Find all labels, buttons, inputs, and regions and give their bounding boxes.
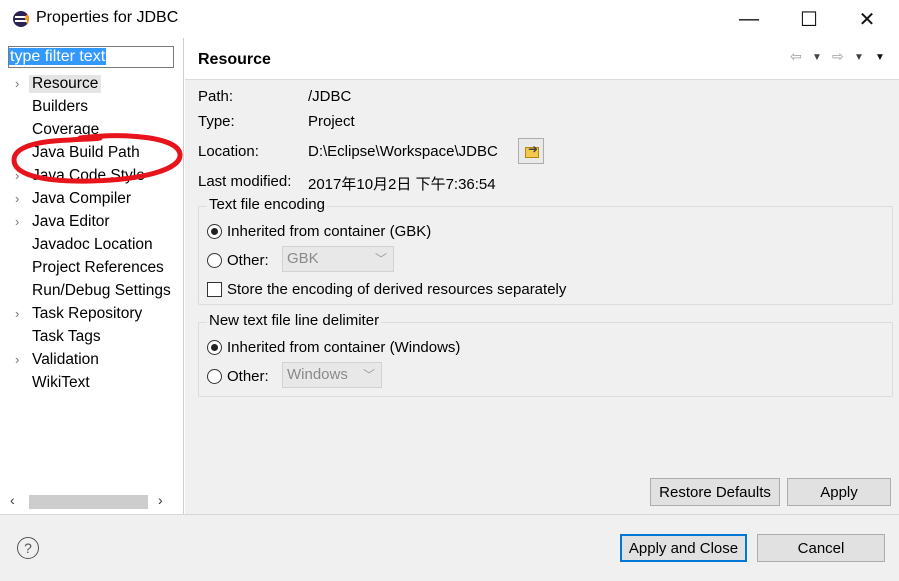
sidebar-item-label: Java Compiler [32,190,132,207]
back-icon[interactable]: ⇦ [790,48,802,65]
expand-chevron-icon[interactable]: › [15,352,19,367]
delimiter-group-title: New text file line delimiter [207,312,382,329]
modified-value: 2017年10月2日 下午7:36:54 [308,176,496,193]
resource-page: Resource ⇦ ▼ ⇨ ▼ ▼ Path: /JDBC Type: Pro… [185,38,899,514]
store-encoding-label: Store the encoding of derived resources … [227,281,567,298]
restore-defaults-button[interactable]: Restore Defaults [650,478,780,506]
sidebar-item[interactable]: › Java Code Style [0,166,184,188]
scroll-left-icon[interactable]: ‹ [10,492,15,508]
location-label: Location: [198,143,259,160]
encoding-group: Text file encoding Inherited from contai… [198,196,893,305]
sidebar-item[interactable]: › Java Compiler [0,189,184,211]
sidebar-item-label: Coverage [32,121,100,138]
delimiter-inherited-label: Inherited from container (Windows) [227,339,461,356]
type-value: Project [308,113,355,130]
help-icon[interactable]: ? [17,537,39,559]
chevron-down-icon: ﹀ [362,368,375,382]
expand-chevron-icon[interactable]: › [15,76,19,91]
delimiter-other-radio[interactable] [207,369,222,384]
page-header: Resource ⇦ ▼ ⇨ ▼ ▼ [185,38,899,80]
encoding-inherited-radio[interactable] [207,224,222,239]
filter-text: type filter text [9,48,107,65]
path-label: Path: [198,88,234,105]
filter-input[interactable]: type filter text [8,46,174,68]
sidebar-item[interactable]: › Java Editor [0,212,184,234]
horizontal-scrollbar[interactable]: ‹ › [0,492,184,512]
delimiter-group: New text file line delimiter Inherited f… [198,312,893,397]
sidebar-item[interactable]: WikiText [0,373,184,395]
forward-icon[interactable]: ⇨ [832,48,844,65]
encoding-other-label: Other: [227,252,269,269]
delimiter-select[interactable]: Windows ﹀ [282,362,382,388]
sidebar-item[interactable]: Task Tags [0,327,184,349]
sidebar-item-label: Java Build Path [32,144,140,161]
delimiter-other-label: Other: [227,368,269,385]
back-dropdown-icon[interactable]: ▼ [812,52,822,63]
expand-chevron-icon[interactable]: › [15,191,19,206]
close-button[interactable]: ✕ [838,0,896,38]
modified-label: Last modified: [198,173,292,190]
dialog-footer: ? Apply and Close Cancel [0,514,899,581]
sidebar-item-label: Javadoc Location [32,236,153,253]
scroll-right-icon[interactable]: › [158,492,163,508]
sidebar-item[interactable]: Coverage [0,120,184,142]
encoding-inherited-label: Inherited from container (GBK) [227,223,432,240]
sidebar-item[interactable]: Project References [0,258,184,280]
sidebar-item-label: Validation [32,351,99,368]
delimiter-select-value: Windows [287,366,348,383]
sidebar: type filter text › Resource Builders Covera… [0,38,184,514]
sidebar-item[interactable]: Run/Debug Settings [0,281,184,303]
sidebar-item-label: Task Tags [32,328,101,345]
eclipse-icon [13,11,29,27]
sidebar-item[interactable]: Builders [0,97,184,119]
path-value: /JDBC [308,88,352,105]
sidebar-item[interactable]: › Resource [0,74,184,96]
scrollbar-thumb[interactable] [29,495,148,509]
encoding-group-title: Text file encoding [207,196,327,213]
sidebar-item[interactable]: › Task Repository [0,304,184,326]
type-label: Type: [198,113,235,130]
maximize-button[interactable]: ☐ [780,0,838,38]
sidebar-item-label: Run/Debug Settings [32,282,171,299]
store-encoding-checkbox[interactable] [207,282,222,297]
forward-dropdown-icon[interactable]: ▼ [854,52,864,63]
title-bar: Properties for JDBC — ☐ ✕ [0,0,899,38]
chevron-down-icon: ﹀ [374,252,387,266]
apply-button[interactable]: Apply [787,478,891,506]
minimize-button[interactable]: — [720,0,778,38]
sidebar-item-label: Java Code Style [32,167,145,184]
page-title: Resource [198,51,271,68]
sidebar-item-label: Java Editor [32,213,110,230]
delimiter-inherited-radio[interactable] [207,340,222,355]
expand-chevron-icon[interactable]: › [15,168,19,183]
view-menu-icon[interactable]: ▼ [875,52,885,63]
encoding-select[interactable]: GBK ﹀ [282,246,394,272]
sidebar-item-label: WikiText [32,374,90,391]
apply-and-close-button[interactable]: Apply and Close [620,534,747,562]
encoding-other-radio[interactable] [207,253,222,268]
sidebar-item-label: Builders [32,98,88,115]
location-value: D:\Eclipse\Workspace\JDBC [308,143,498,160]
encoding-select-value: GBK [287,250,319,267]
sidebar-item-label: Resource [29,75,102,93]
sidebar-item[interactable]: Javadoc Location [0,235,184,257]
sidebar-item-label: Project References [32,259,164,276]
cancel-button[interactable]: Cancel [757,534,885,562]
expand-chevron-icon[interactable]: › [15,306,19,321]
expand-chevron-icon[interactable]: › [15,214,19,229]
window-title: Properties for JDBC [36,9,179,26]
open-folder-icon[interactable] [518,138,544,164]
sidebar-item-label: Task Repository [32,305,143,322]
sidebar-item[interactable]: › Validation [0,350,184,372]
sidebar-item[interactable]: Java Build Path [0,143,184,165]
